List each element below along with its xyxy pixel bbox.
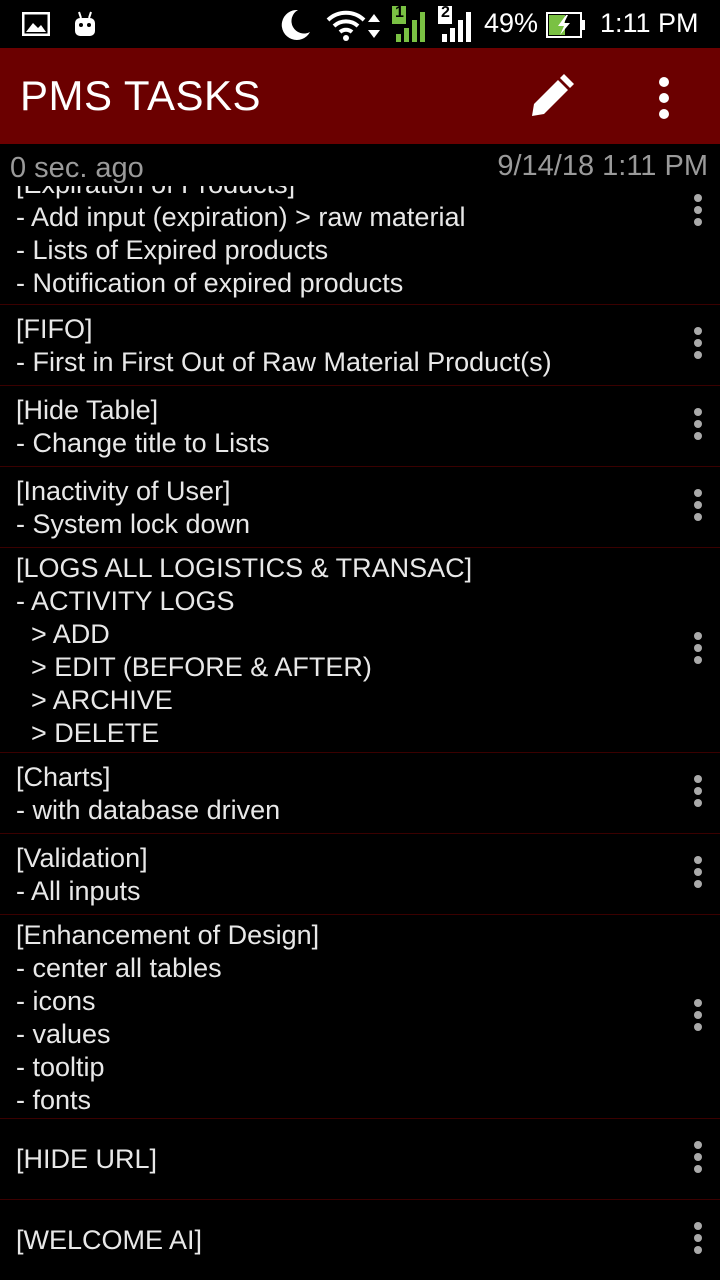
task-item[interactable]: [Hide Table] - Change title to Lists bbox=[0, 386, 720, 467]
task-item[interactable]: [Validation] - All inputs bbox=[0, 834, 720, 915]
clock: 1:11 PM bbox=[600, 8, 699, 38]
task-item[interactable]: [Charts] - with database driven bbox=[0, 753, 720, 834]
task-text: [Enhancement of Design] - center all tab… bbox=[16, 920, 320, 1115]
wifi-icon bbox=[326, 10, 366, 41]
last-updated-timestamp: 9/14/18 1:11 PM bbox=[497, 150, 708, 182]
task-text: [Charts] - with database driven bbox=[16, 762, 281, 825]
task-text: [FIFO] - First in First Out of Raw Mater… bbox=[16, 314, 552, 377]
task-item[interactable]: [WELCOME AI] bbox=[0, 1200, 720, 1280]
do-not-disturb-moon-icon bbox=[281, 9, 310, 40]
task-text: [HIDE URL] bbox=[16, 1144, 158, 1174]
more-vert-icon[interactable] bbox=[690, 194, 706, 234]
more-vert-icon bbox=[659, 77, 669, 119]
battery-charging-icon bbox=[546, 12, 585, 38]
task-text: [Inactivity of User] - System lock down bbox=[16, 476, 251, 539]
status-bar: 1 2 49% 1:11 PM bbox=[0, 0, 720, 48]
task-item[interactable]: [FIFO] - First in First Out of Raw Mater… bbox=[0, 305, 720, 386]
sync-header: 0 sec. ago 9/14/18 1:11 PM bbox=[0, 144, 720, 186]
pencil-icon bbox=[532, 74, 574, 116]
android-icon bbox=[75, 11, 95, 36]
task-item[interactable]: [HIDE URL] bbox=[0, 1119, 720, 1200]
app-bar: PMS TASKS bbox=[0, 48, 720, 144]
task-text: [LOGS ALL LOGISTICS & TRANSAC] - ACTIVIT… bbox=[16, 553, 473, 748]
data-arrows-icon bbox=[368, 14, 380, 38]
task-text: [Expiration of Products] - Add input (ex… bbox=[16, 186, 466, 298]
image-notification-icon bbox=[22, 12, 50, 36]
task-item[interactable]: [Inactivity of User] - System lock down bbox=[0, 467, 720, 548]
more-vert-icon[interactable] bbox=[690, 775, 706, 815]
task-text: [Validation] - All inputs bbox=[16, 843, 148, 906]
more-vert-icon[interactable] bbox=[690, 632, 706, 672]
sim2-label: 2 bbox=[441, 4, 450, 21]
more-vert-icon[interactable] bbox=[690, 489, 706, 529]
more-vert-icon[interactable] bbox=[690, 1141, 706, 1181]
more-vert-icon[interactable] bbox=[690, 856, 706, 896]
more-vert-icon[interactable] bbox=[690, 408, 706, 448]
task-text: [WELCOME AI] bbox=[16, 1225, 203, 1255]
battery-percent: 49% bbox=[484, 8, 539, 38]
edit-button[interactable] bbox=[522, 70, 578, 126]
more-vert-icon[interactable] bbox=[690, 327, 706, 367]
overflow-menu-button[interactable] bbox=[642, 70, 686, 126]
task-text: [Hide Table] - Change title to Lists bbox=[16, 395, 270, 458]
sim1-label: 1 bbox=[395, 4, 404, 21]
task-item[interactable]: [LOGS ALL LOGISTICS & TRANSAC] - ACTIVIT… bbox=[0, 548, 720, 753]
task-item[interactable]: [Enhancement of Design] - center all tab… bbox=[0, 915, 720, 1119]
task-list: [Expiration of Products] - Add input (ex… bbox=[0, 186, 720, 1280]
task-item[interactable]: [Expiration of Products] - Add input (ex… bbox=[0, 186, 720, 305]
more-vert-icon[interactable] bbox=[690, 1222, 706, 1262]
last-updated-ago: 0 sec. ago bbox=[10, 152, 144, 184]
more-vert-icon[interactable] bbox=[690, 999, 706, 1039]
page-title: PMS TASKS bbox=[20, 72, 262, 119]
